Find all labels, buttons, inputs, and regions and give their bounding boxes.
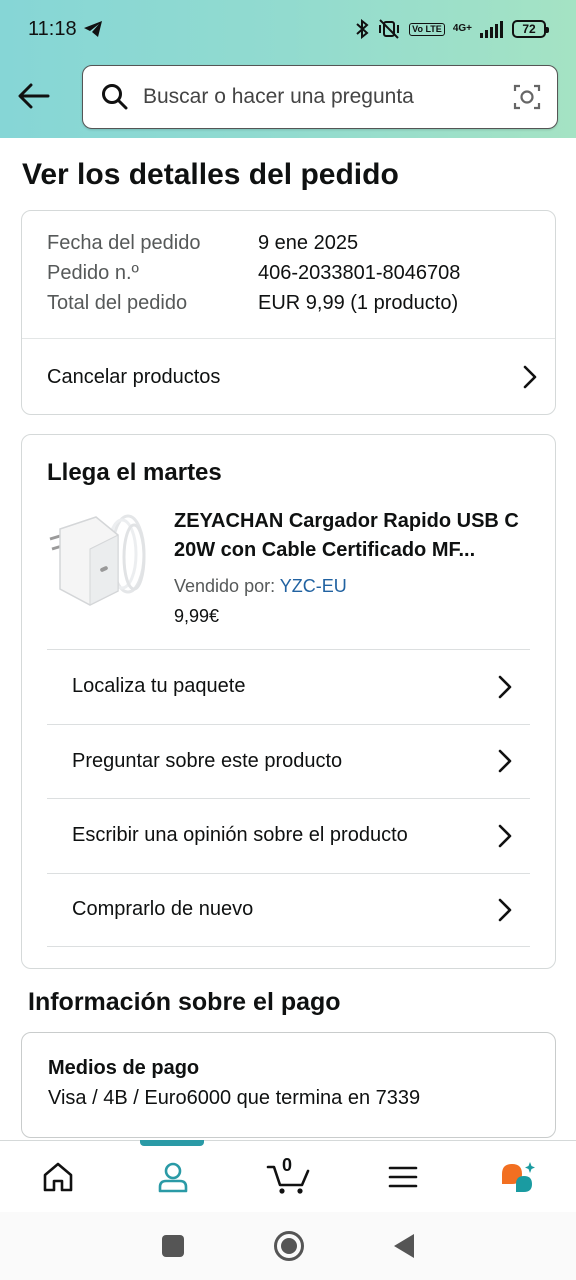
nav-menu[interactable] <box>373 1147 433 1207</box>
order-total-label: Total del pedido <box>47 292 188 314</box>
order-number-label: Pedido n.º <box>47 262 139 284</box>
nav-rufus[interactable] <box>488 1147 548 1207</box>
order-summary-card: Fecha del pedido 9 ene 2025 Pedido n.º 4… <box>21 210 556 415</box>
payment-method-value: Visa / 4B / Euro6000 que termina en 7339 <box>48 1087 421 1109</box>
telegram-icon <box>83 21 102 37</box>
payment-method-card: Medios de pago Visa / 4B / Euro6000 que … <box>21 1032 556 1138</box>
camera-lens-icon <box>513 84 541 110</box>
charger-image <box>49 514 146 606</box>
camera-search-button[interactable] <box>511 81 543 113</box>
recents-button[interactable] <box>162 1235 184 1257</box>
back-system-button[interactable] <box>394 1234 414 1258</box>
search-input[interactable]: Buscar o hacer una pregunta <box>82 65 558 129</box>
battery-icon: 72 <box>512 20 549 38</box>
bottom-nav: 0 <box>0 1140 576 1212</box>
system-navigation <box>0 1212 576 1280</box>
vibrate-off-icon <box>379 19 400 39</box>
product-title-link[interactable]: ZEYACHAN Cargador Rapido USB C 20W con C… <box>174 507 534 565</box>
nav-home[interactable] <box>28 1147 88 1207</box>
nav-account[interactable] <box>143 1147 203 1207</box>
shipment-card: Llega el martes ZEYACHAN Cargador Rapido… <box>21 434 556 969</box>
bluetooth-icon <box>356 19 369 39</box>
chevron-right-icon <box>498 749 512 773</box>
chevron-right-icon <box>498 898 512 922</box>
product-price: 9,99€ <box>174 606 220 626</box>
action-label: Comprarlo de nuevo <box>72 898 254 921</box>
account-icon <box>158 1162 188 1192</box>
signal-icon <box>480 21 503 38</box>
network-type: 4G+ <box>452 23 472 34</box>
order-total-value: EUR 9,99 (1 producto) <box>258 292 459 314</box>
seller-link[interactable]: YZC-EU <box>280 576 347 596</box>
rufus-icon <box>502 1161 536 1192</box>
page-title: Ver los detalles del pedido <box>22 158 399 191</box>
active-tab-indicator <box>140 1140 204 1146</box>
payment-section-title: Información sobre el pago <box>28 988 341 1016</box>
seller-label: Vendido por: <box>174 576 280 596</box>
action-label: Localiza tu paquete <box>72 675 246 698</box>
ask-product-link[interactable]: Preguntar sobre este producto <box>47 723 530 799</box>
action-label: Escribir una opinión sobre el producto <box>72 824 408 847</box>
product-image[interactable] <box>46 509 146 609</box>
shipment-actions: Localiza tu paquete Preguntar sobre este… <box>47 649 530 947</box>
back-arrow-icon <box>18 83 50 109</box>
home-system-button[interactable] <box>274 1231 304 1261</box>
arrival-heading: Llega el martes <box>47 459 222 486</box>
chevron-right-icon <box>498 675 512 699</box>
search-icon <box>102 84 128 110</box>
header: 11:18 Vo LTE 4G+ 72 Buscar o hacer una p… <box>0 0 576 138</box>
volte-icon: Vo LTE <box>409 22 445 36</box>
cancel-products-label: Cancelar productos <box>47 365 221 388</box>
action-label: Preguntar sobre este producto <box>72 749 343 772</box>
search-placeholder: Buscar o hacer una pregunta <box>143 85 414 108</box>
order-number-value: 406-2033801-8046708 <box>258 262 461 284</box>
payment-method-title: Medios de pago <box>48 1057 200 1079</box>
clock: 11:18 <box>28 17 77 40</box>
home-icon <box>43 1162 72 1191</box>
order-date-label: Fecha del pedido <box>47 232 201 254</box>
chevron-right-icon <box>498 824 512 848</box>
seller-line: Vendido por: YZC-EU <box>174 576 347 597</box>
nav-cart[interactable]: 0 <box>258 1147 318 1207</box>
track-package-link[interactable]: Localiza tu paquete <box>47 649 530 724</box>
buy-again-link[interactable]: Comprarlo de nuevo <box>47 872 530 947</box>
chevron-right-icon <box>523 365 537 389</box>
back-button[interactable] <box>14 76 54 116</box>
write-review-link[interactable]: Escribir una opinión sobre el producto <box>47 798 530 873</box>
menu-icon <box>388 1166 418 1187</box>
status-bar: 11:18 Vo LTE 4G+ 72 <box>0 0 576 58</box>
order-date-value: 9 ene 2025 <box>258 232 359 254</box>
cart-count: 0 <box>281 1154 292 1175</box>
cancel-products-link[interactable]: Cancelar productos <box>47 339 537 415</box>
